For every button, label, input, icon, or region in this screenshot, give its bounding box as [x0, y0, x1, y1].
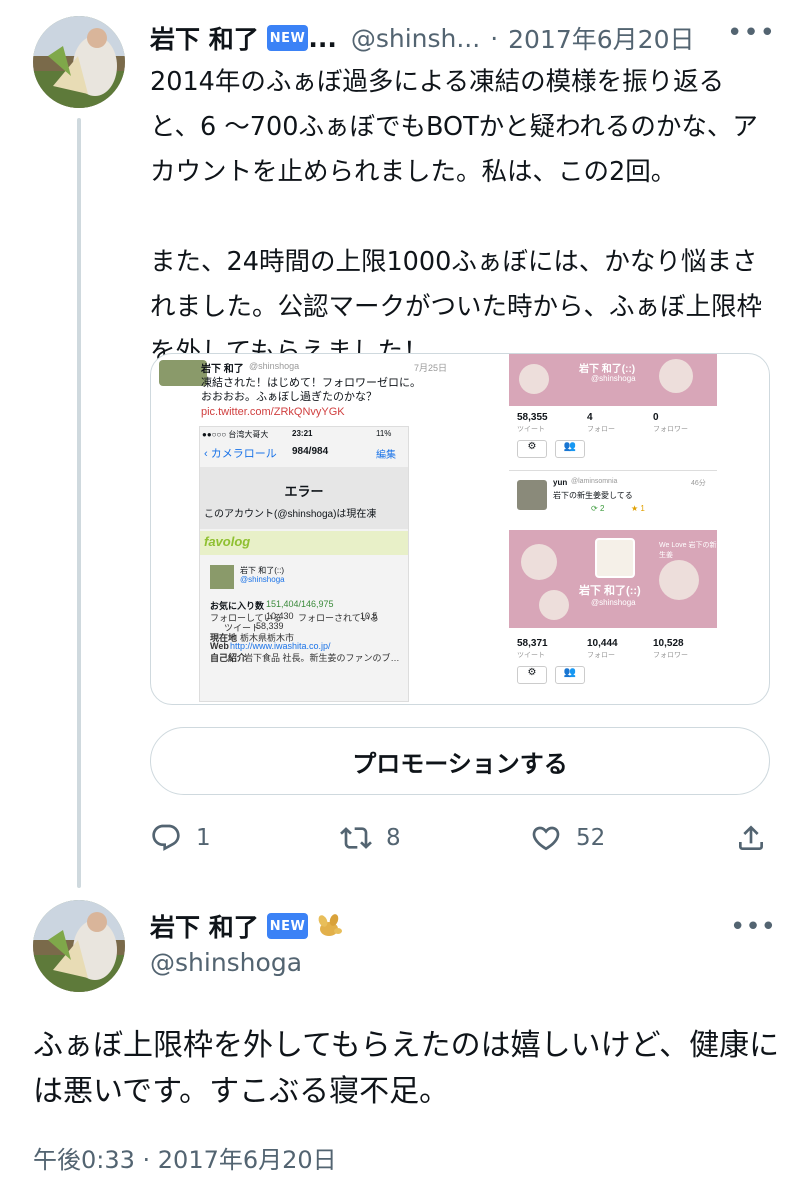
ginger-emoji-icon [318, 914, 343, 936]
reply-user: yun [553, 478, 568, 487]
author-handle[interactable]: @shinshoga [150, 948, 302, 977]
reply-handle: @laminsomnia [571, 478, 618, 485]
stat-following-1: 4 [587, 412, 593, 423]
banner-slogan: We Love 岩下の新生姜 [659, 542, 717, 559]
favolog-avatar [210, 565, 234, 589]
profile-banner-top: 岩下 和了(::) @shinshoga [509, 354, 717, 406]
more-icon[interactable]: ••• [730, 912, 776, 942]
tweets-count: 58,339 [256, 621, 284, 631]
camera-roll-link: ‹ カメラロール [204, 448, 277, 460]
error-dialog: エラー このアカウント(@shinshoga)は現在凍 [200, 467, 408, 529]
stat-followers-2: 10,528 [653, 638, 684, 649]
embedded-date: 7月25日 [414, 363, 448, 373]
settings-gear-icon-2: ⚙ [517, 666, 547, 684]
mini-retweet-icon: ⟳ 2 [591, 504, 605, 513]
embedded-handle: @shinshoga [249, 361, 300, 371]
favolog-handle: @shinshoga [240, 575, 285, 584]
mini-fav-count: 1 [640, 504, 645, 513]
stat-tweets-2: 58,371 [517, 638, 548, 649]
photo-counter: 984/984 [292, 446, 329, 457]
status-time: 23:21 [292, 429, 313, 438]
banner-handle-2: @shinshoga [591, 598, 636, 607]
separator-dot: · [490, 23, 499, 53]
stat2-label-tweets: ツイート [517, 652, 545, 659]
author-handle[interactable]: @shinsh... [351, 24, 480, 53]
fav-count: 151,404/146,975 [266, 599, 334, 609]
reply-avatar [517, 480, 547, 510]
tweet-date[interactable]: 2017年6月20日 [508, 20, 694, 56]
stat-following-2: 10,444 [587, 638, 618, 649]
reply-count: 1 [196, 825, 211, 851]
status-battery: 11% [376, 429, 392, 438]
error-text: このアカウント(@shinshoga)は現在凍 [204, 509, 377, 520]
banner-handle: @shinshoga [591, 374, 636, 383]
avatar[interactable] [33, 900, 125, 992]
mini-fav-icon: ★ 1 [631, 504, 645, 513]
stat-tweets-1: 58,355 [517, 412, 548, 423]
tweet-text: 2014年のふぁぼ過多による凍結の模様を振り返ると、6 〜700ふぁぼでもBOT… [150, 67, 763, 367]
new-badge-icon: NEW [266, 913, 309, 939]
name-ellipsis: ... [308, 23, 337, 53]
retweet-icon [340, 827, 372, 849]
profile-banner-bottom: 岩下 和了(::) @shinshoga We Love 岩下の新生姜 [509, 530, 717, 628]
camera-roll-label: カメラロール [210, 448, 277, 460]
like-button[interactable]: 52 [530, 822, 735, 854]
banner-avatar [595, 538, 635, 578]
people-icon: 👥 [555, 440, 585, 458]
retweet-button[interactable]: 8 [340, 822, 530, 854]
tweet-actions: 1 8 52 [150, 812, 770, 864]
share-button[interactable] [735, 822, 767, 854]
avatar-photo [33, 16, 125, 108]
web-value: http://www.iwashita.co.jp/ [230, 641, 331, 651]
reply-time: 46分 [691, 480, 706, 487]
stat-label-following: フォロー [587, 426, 615, 433]
phone-screenshot: ●●○○○ 台湾大哥大 23:21 11% ‹ カメラロール 984/984 編… [199, 426, 409, 702]
reply-icon [152, 824, 180, 851]
embedded-text: 凍結された！はじめて！フォロワーゼロに。おおおお。ふぁぼし過ぎたのかな？ [201, 377, 421, 403]
share-icon [739, 825, 763, 850]
settings-gear-icon: ⚙ [517, 440, 547, 458]
status-carrier: ●●○○○ 台湾大哥大 [202, 430, 269, 439]
web-label: Web [210, 641, 229, 651]
edit-label: 編集 [376, 450, 396, 461]
embedded-link: pic.twitter.com/ZRkQNvyYGK [201, 406, 345, 418]
tweet-timestamp[interactable]: 午後0:33 · 2017年6月20日 [33, 1140, 337, 1175]
author-name[interactable]: 岩下 和了 [150, 20, 259, 56]
tweet2-header: 岩下 和了 NEW [150, 906, 344, 946]
reply-text: 岩下の新生姜愛してる [553, 491, 633, 500]
heart-icon [532, 826, 560, 851]
tweet-text: ふぁぼ上限枠を外してもらえたのは嬉しいけど、健康には悪いです。すこぶる寝不足。 [33, 1028, 780, 1109]
mini-retweet-count: 2 [599, 504, 605, 513]
tweet-header: 岩下 和了 NEW ... @shinsh... · 2017年6月20日 ••… [150, 18, 782, 58]
following-count: 10,430 [266, 611, 294, 621]
followed-count: 10,5 [360, 611, 378, 621]
stat2-label-followers: フォロワー [653, 652, 688, 659]
promote-button[interactable]: プロモーションする [150, 727, 770, 795]
avatar-photo [33, 900, 125, 992]
favolog-logo: favolog [204, 534, 251, 549]
new-badge-icon: NEW [266, 25, 309, 51]
bio-value: 岩下食品 社長。新生姜のファンのブ… [244, 653, 400, 663]
stat-label-followers: フォロワー [653, 426, 688, 433]
stat-label-tweets: ツイート [517, 426, 545, 433]
people-icon-2: 👥 [555, 666, 585, 684]
divider [509, 470, 717, 471]
favolog-header: favolog [200, 531, 408, 555]
reply-button[interactable]: 1 [150, 822, 340, 854]
bio-label: 自己紹介 [210, 653, 247, 663]
stat2-label-following: フォロー [587, 652, 615, 659]
retweet-count: 8 [386, 825, 401, 851]
embedded-avatar [159, 360, 207, 386]
author-name[interactable]: 岩下 和了 [150, 908, 259, 944]
like-count: 52 [576, 825, 606, 851]
tweet-media[interactable]: 岩下 和了 @shinshoga 7月25日 凍結された！はじめて！フォロワーゼ… [150, 353, 770, 705]
embedded-name: 岩下 和了 [201, 364, 244, 375]
error-title: エラー [284, 484, 324, 499]
banner-name-2: 岩下 和了(::) [579, 585, 641, 597]
banner-name: 岩下 和了(::) [579, 364, 636, 375]
thread-line [77, 118, 81, 888]
more-icon[interactable]: ••• [727, 18, 776, 48]
avatar[interactable] [33, 16, 125, 108]
stat-followers-1: 0 [653, 412, 659, 423]
